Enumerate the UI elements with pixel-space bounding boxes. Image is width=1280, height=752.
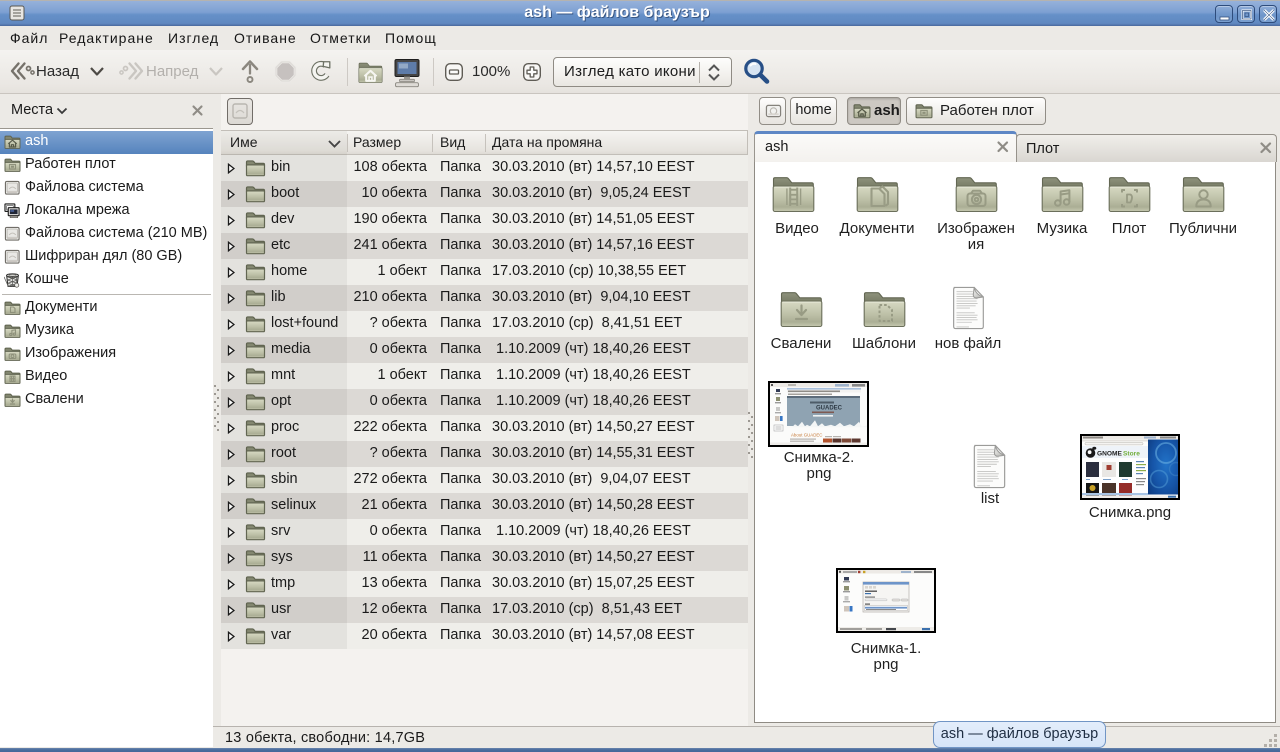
svg-text:About GUADEC: About GUADEC <box>791 433 822 438</box>
svg-text:GNOME: GNOME <box>1097 451 1123 458</box>
svg-text:GUADEC: GUADEC <box>816 406 843 412</box>
svg-text:Store: Store <box>1123 451 1140 458</box>
